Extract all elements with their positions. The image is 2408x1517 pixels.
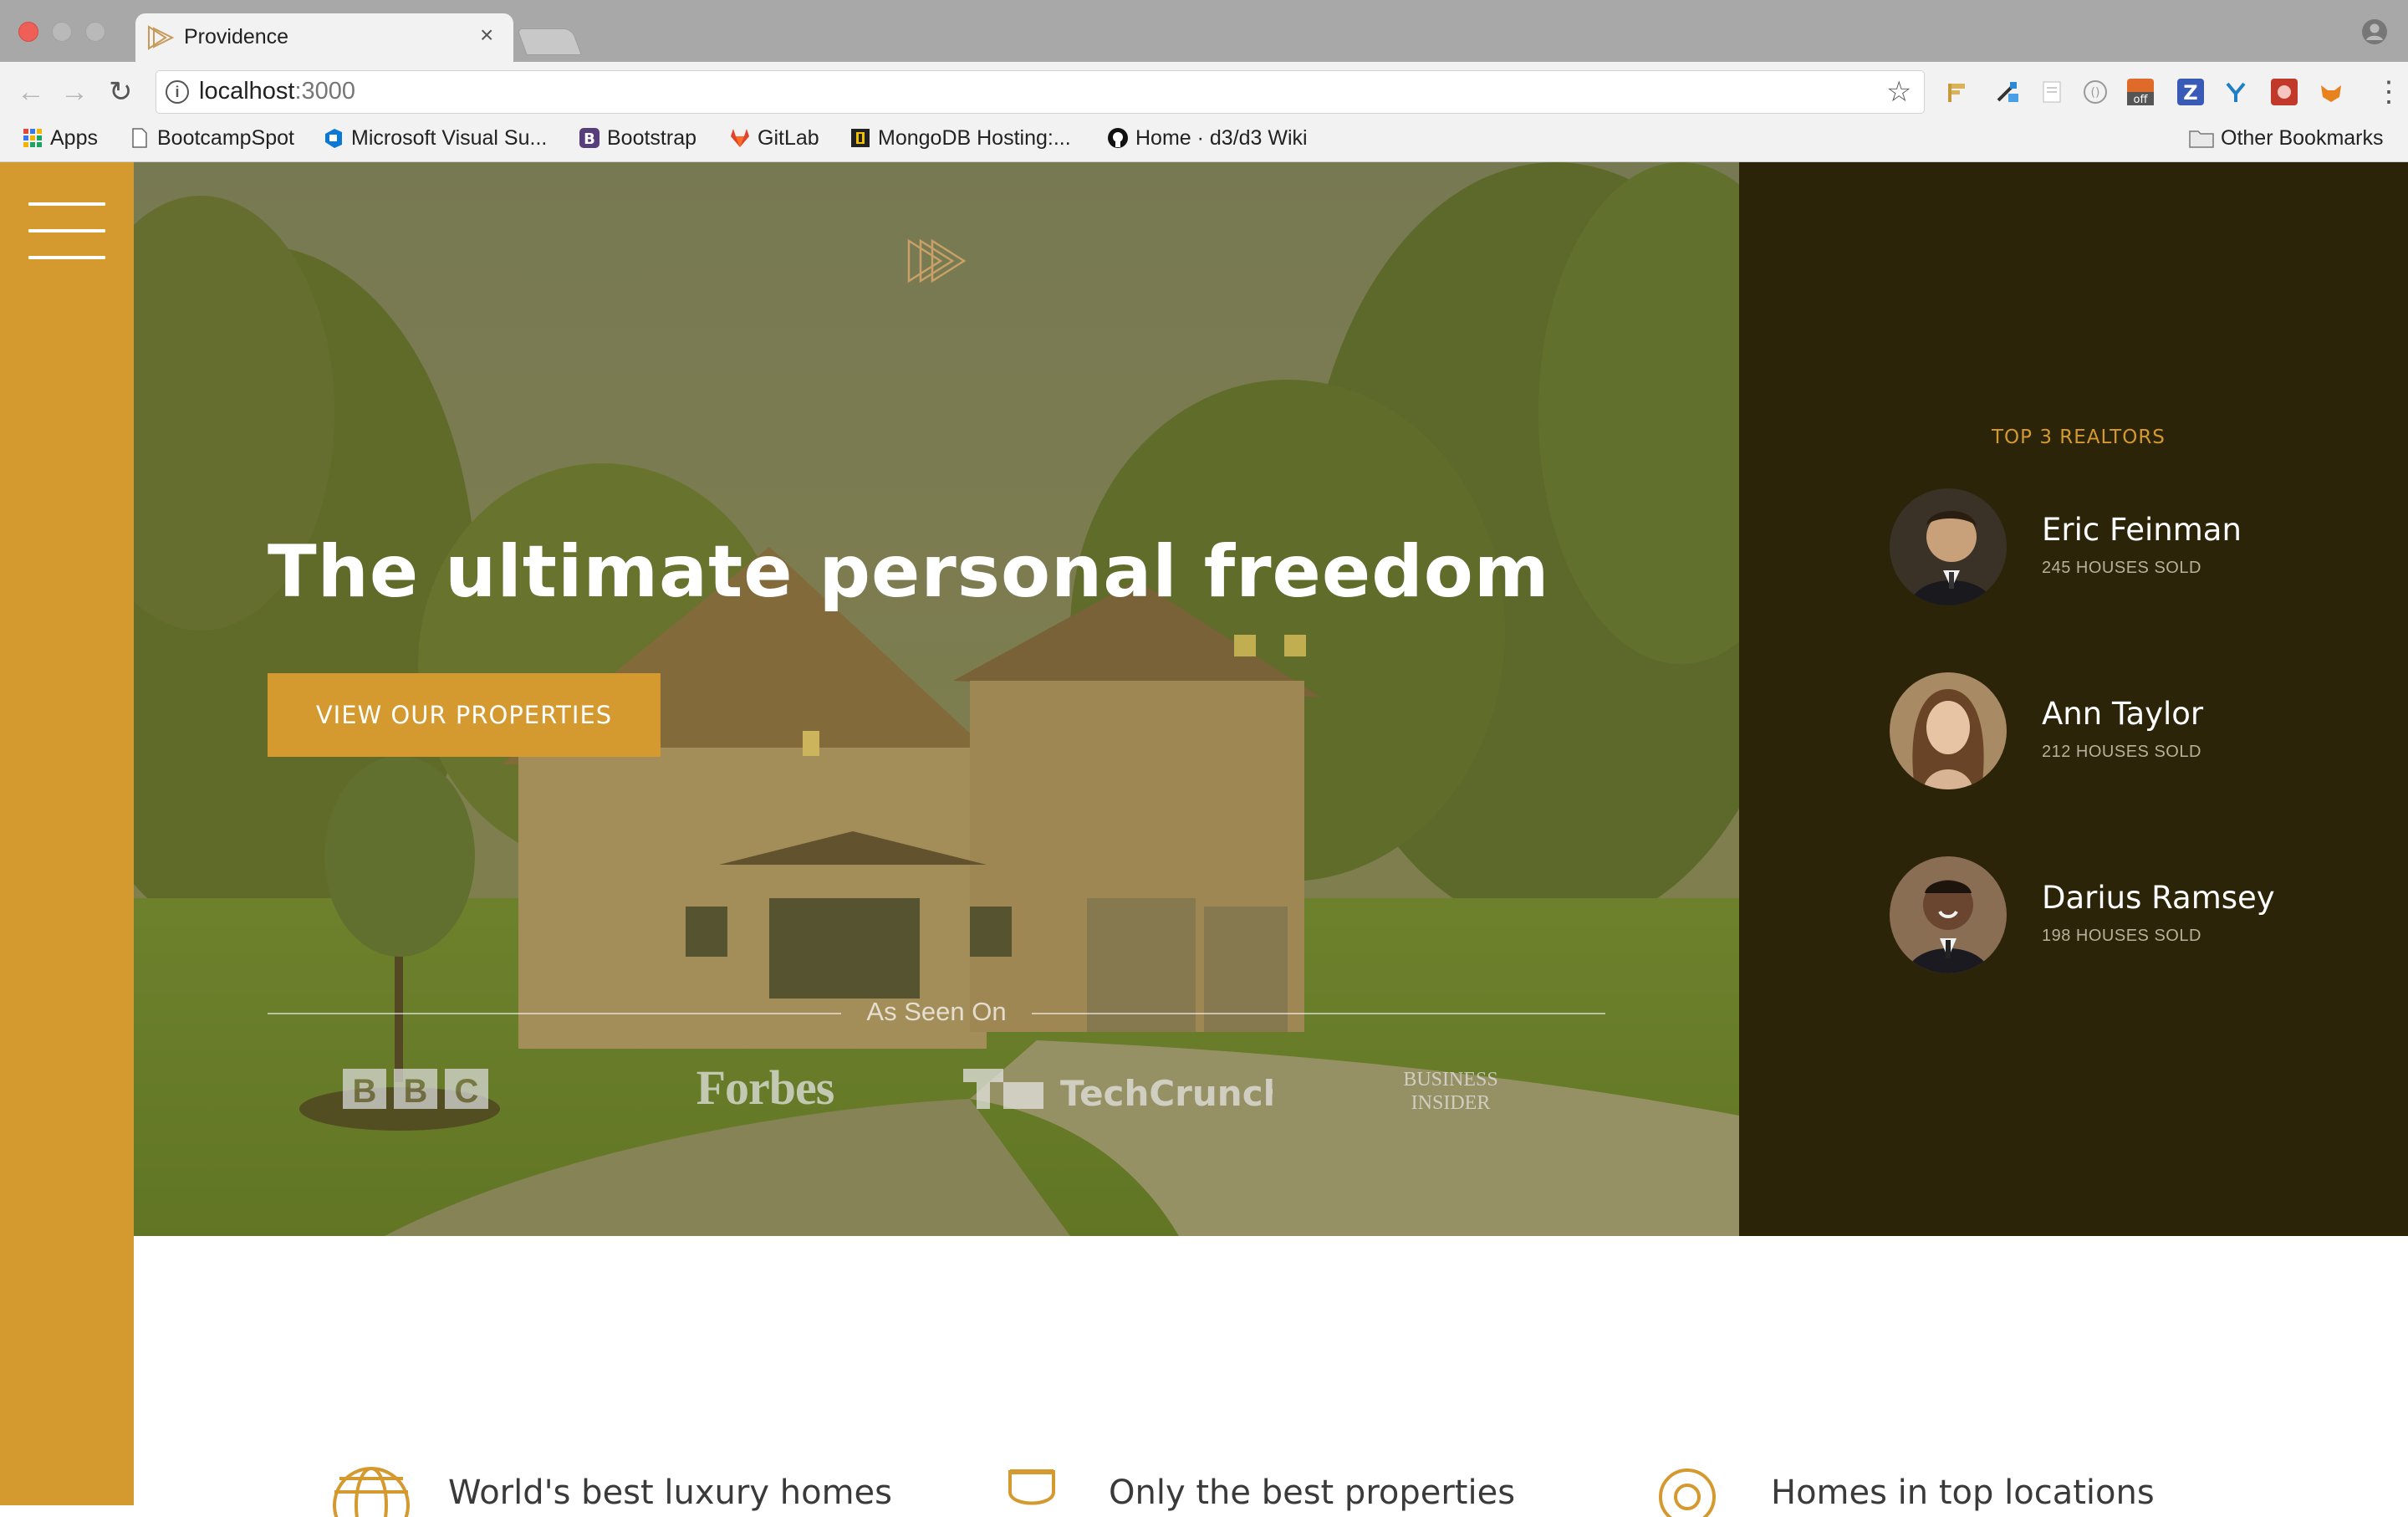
realtor-name: Ann Taylor <box>2042 696 2204 732</box>
folder-icon <box>2189 130 2214 148</box>
realtor-avatar <box>1890 488 2007 605</box>
providence-favicon-icon <box>148 25 175 50</box>
bookmark-d3-wiki[interactable]: Home · d3/d3 Wiki <box>1107 125 1308 151</box>
extension-off-label: off <box>2134 94 2149 105</box>
browser-menu-icon[interactable]: ⋮ <box>2375 75 2403 109</box>
bookmark-star-icon[interactable]: ☆ <box>1886 75 1911 109</box>
bookmark-label: Home · d3/d3 Wiki <box>1135 126 1308 150</box>
bookmark-other[interactable]: Other Bookmarks <box>2189 125 2384 151</box>
window-maximize-button[interactable] <box>85 22 105 42</box>
map-pin-icon <box>1659 1468 1716 1517</box>
realtor-name: Darius Ramsey <box>2042 880 2275 916</box>
address-url[interactable]: localhost:3000 <box>199 78 355 105</box>
window-close-button[interactable] <box>18 22 38 42</box>
extension-red-icon[interactable] <box>2271 79 2298 105</box>
forward-arrow-icon[interactable]: → <box>60 75 89 109</box>
extension-flag-icon[interactable] <box>1943 79 1970 105</box>
url-host: localhost <box>199 78 295 105</box>
top-realtors-heading: TOP 3 REALTORS <box>1992 426 2166 448</box>
techcrunch-logo-text: TechCrunch <box>1060 1073 1273 1114</box>
bookmark-apps[interactable]: Apps <box>22 125 98 151</box>
bookmark-label: MongoDB Hosting:... <box>878 126 1071 150</box>
tab-title: Providence <box>184 25 289 49</box>
new-tab-button[interactable] <box>517 28 582 55</box>
side-rail <box>0 162 134 1505</box>
business-insider-logo-line: BUSINESS <box>1403 1069 1497 1091</box>
realtor-houses-sold: 212 HOUSES SOLD <box>2042 743 2201 761</box>
gitlab-icon <box>731 129 749 147</box>
extension-fox-icon[interactable] <box>2318 79 2344 105</box>
page-body: The ultimate personal freedom VIEW OUR P… <box>0 162 2408 1517</box>
bbc-letter: B <box>404 1073 428 1110</box>
realtor-card[interactable]: Eric Feinman 245 HOUSES SOLD <box>1890 488 2358 614</box>
realtor-card[interactable]: Darius Ramsey 198 HOUSES SOLD <box>1890 856 2358 982</box>
business-insider-logo: BUSINESS INSIDER <box>1403 1069 1497 1114</box>
extension-page-icon[interactable] <box>2038 79 2065 105</box>
bookmark-visual-studio[interactable]: Microsoft Visual Su... <box>323 125 547 151</box>
bookmark-mongodb[interactable]: MongoDB Hosting:... <box>849 125 1071 151</box>
view-properties-button[interactable]: VIEW OUR PROPERTIES <box>268 673 661 757</box>
svg-text:B: B <box>584 130 595 148</box>
github-icon <box>1108 128 1128 148</box>
techcrunch-logo: TechCrunch <box>963 1069 1273 1114</box>
url-port: :3000 <box>294 78 356 105</box>
extension-y-icon[interactable] <box>2222 79 2249 105</box>
svg-text:Z: Z <box>2183 81 2197 105</box>
back-arrow-icon[interactable]: ← <box>17 75 45 109</box>
apps-grid-icon <box>23 129 42 147</box>
realtor-avatar <box>1890 856 2007 973</box>
bookmark-label: Microsoft Visual Su... <box>351 126 548 150</box>
azure-devops-icon <box>325 129 342 148</box>
extension-z-icon[interactable]: Z <box>2177 79 2204 105</box>
bbc-letter: B <box>353 1073 377 1110</box>
hero-section: The ultimate personal freedom VIEW OUR P… <box>134 162 1739 1236</box>
bookmark-label: Other Bookmarks <box>2221 126 2384 150</box>
extension-eyedropper-icon[interactable] <box>1993 79 2020 105</box>
tab-close-icon[interactable]: × <box>480 23 493 47</box>
as-seen-on-divider-right <box>1032 1013 1605 1014</box>
window-minimize-button[interactable] <box>52 22 72 42</box>
page-icon <box>132 128 147 148</box>
bookmark-label: GitLab <box>758 126 819 150</box>
feature-item: World's best luxury homes <box>331 1467 892 1517</box>
extension-circle-icon[interactable]: () <box>2082 79 2109 105</box>
forbes-logo-text: Forbes <box>696 1060 834 1115</box>
bookmark-gitlab[interactable]: GitLab <box>729 125 819 151</box>
address-bar[interactable] <box>156 70 1925 114</box>
hamburger-menu-icon[interactable] <box>28 202 105 259</box>
realtor-houses-sold: 245 HOUSES SOLD <box>2042 559 2201 577</box>
globe-icon <box>333 1467 410 1517</box>
feature-text: World's best luxury homes <box>448 1474 892 1512</box>
hero-title: The ultimate personal freedom <box>268 530 1550 614</box>
feature-item: Homes in top locations <box>1654 1467 2172 1517</box>
reload-icon[interactable]: ↻ <box>109 75 133 109</box>
realtor-avatar <box>1890 672 2007 789</box>
as-seen-on-label: As Seen On <box>866 997 1007 1026</box>
extension-off-icon[interactable]: off <box>2127 79 2154 106</box>
bookmark-label: Apps <box>50 126 98 150</box>
bookmark-label: BootcampSpot <box>157 126 294 150</box>
site-info-icon[interactable]: i <box>166 80 189 104</box>
realtor-card[interactable]: Ann Taylor 212 HOUSES SOLD <box>1890 672 2358 798</box>
bookmark-bootcampspot[interactable]: BootcampSpot <box>129 125 294 151</box>
feature-text: Homes in top locations <box>1771 1474 2155 1512</box>
trophy-icon <box>1008 1469 1055 1505</box>
bbc-logo: B B C <box>343 1069 488 1110</box>
realtor-houses-sold: 198 HOUSES SOLD <box>2042 927 2201 945</box>
feature-item: Only the best properties <box>992 1467 1515 1517</box>
realtor-name: Eric Feinman <box>2042 512 2242 548</box>
mlab-icon <box>851 129 870 147</box>
forbes-logo: Forbes <box>696 1060 835 1115</box>
profile-icon[interactable] <box>2361 18 2388 45</box>
svg-text:(): () <box>2091 86 2100 100</box>
business-insider-logo-line: INSIDER <box>1411 1092 1491 1114</box>
as-seen-on-divider-left <box>268 1013 841 1014</box>
feature-text: Only the best properties <box>1109 1474 1516 1512</box>
bootstrap-icon: B <box>579 128 599 148</box>
bookmark-label: Bootstrap <box>607 126 697 150</box>
bbc-letter: C <box>455 1073 479 1110</box>
providence-logo-icon <box>907 238 966 283</box>
bookmark-bootstrap[interactable]: B Bootstrap <box>579 125 696 151</box>
